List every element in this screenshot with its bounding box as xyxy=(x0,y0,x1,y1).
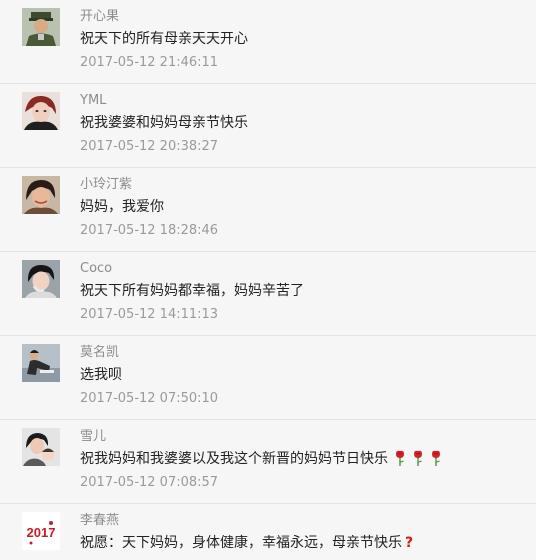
avatar[interactable] xyxy=(22,260,60,298)
commenter-name: 雪儿 xyxy=(80,429,107,444)
commenter-name: 小玲汀紫 xyxy=(80,177,133,192)
comment-item: YML 祝我婆婆和妈妈母亲节快乐 2017-05-12 20:38:27 xyxy=(0,84,536,168)
avatar-mother-child-icon xyxy=(22,428,60,466)
commenter-name: YML xyxy=(80,93,107,108)
comment-text-body: 祝愿：天下妈妈，身体健康，幸福永远，母亲节快乐 xyxy=(80,535,402,551)
avatar[interactable] xyxy=(22,428,60,466)
avatar-logo-text: 2017 xyxy=(27,525,56,540)
comment-timestamp: 2017-05-12 14:11:13 xyxy=(80,307,219,322)
question-mark-icon: ? xyxy=(405,535,414,551)
rose-icon xyxy=(396,450,404,466)
avatar-man-sitting-icon xyxy=(22,344,60,382)
comment-text: 祝天下的所有母亲天天开心 xyxy=(80,31,248,47)
comment-item: 雪儿 祝我妈妈和我婆婆以及我这个新晋的妈妈节日快乐 2017-05-12 07:… xyxy=(0,420,536,504)
avatar[interactable]: 2017 xyxy=(22,512,60,550)
avatar[interactable] xyxy=(22,176,60,214)
comment-item: Coco 祝天下所有妈妈都幸福，妈妈辛苦了 2017-05-12 14:11:1… xyxy=(0,252,536,336)
comment-list: 开心果 祝天下的所有母亲天天开心 2017-05-12 21:46:11 YML… xyxy=(0,0,536,560)
comment-text: 妈妈，我爱你 xyxy=(80,199,164,215)
avatar[interactable] xyxy=(22,8,60,46)
comment-timestamp: 2017-05-12 21:46:11 xyxy=(80,55,219,70)
comment-item: 小玲汀紫 妈妈，我爱你 2017-05-12 18:28:46 xyxy=(0,168,536,252)
comment-timestamp: 2017-05-12 20:38:27 xyxy=(80,139,219,154)
comment-text-body: 祝我妈妈和我婆婆以及我这个新晋的妈妈节日快乐 xyxy=(80,451,388,467)
commenter-name: 莫名凯 xyxy=(80,345,120,360)
comment-text: 选我呗 xyxy=(80,367,122,383)
comment-item: 莫名凯 选我呗 2017-05-12 07:50:10 xyxy=(0,336,536,420)
avatar[interactable] xyxy=(22,92,60,130)
comment-item: 开心果 祝天下的所有母亲天天开心 2017-05-12 21:46:11 xyxy=(0,0,536,84)
commenter-name: 开心果 xyxy=(80,9,120,24)
commenter-name: 李春燕 xyxy=(80,513,120,528)
avatar[interactable] xyxy=(22,344,60,382)
comment-item: 2017 李春燕 祝愿：天下妈妈，身体健康，幸福永远，母亲节快乐? xyxy=(0,504,536,560)
avatar-woman-red-hair-icon xyxy=(22,92,60,130)
comment-text: 祝愿：天下妈妈，身体健康，幸福永远，母亲节快乐? xyxy=(80,534,413,552)
avatar-2017-logo-icon: 2017 xyxy=(22,512,60,550)
comment-text: 祝天下所有妈妈都幸福，妈妈辛苦了 xyxy=(80,283,304,299)
comment-text: 祝我妈妈和我婆婆以及我这个新晋的妈妈节日快乐 xyxy=(80,450,442,468)
comment-timestamp: 2017-05-12 07:08:57 xyxy=(80,475,219,490)
rose-icon xyxy=(432,450,440,466)
avatar-smiling-woman-icon xyxy=(22,176,60,214)
rose-icon xyxy=(414,450,422,466)
comment-text: 祝我婆婆和妈妈母亲节快乐 xyxy=(80,115,248,131)
comment-timestamp: 2017-05-12 07:50:10 xyxy=(80,391,219,406)
avatar-military-man-icon xyxy=(22,8,60,46)
commenter-name: Coco xyxy=(80,261,113,276)
comment-timestamp: 2017-05-12 18:28:46 xyxy=(80,223,219,238)
avatar-woman-short-hair-icon xyxy=(22,260,60,298)
